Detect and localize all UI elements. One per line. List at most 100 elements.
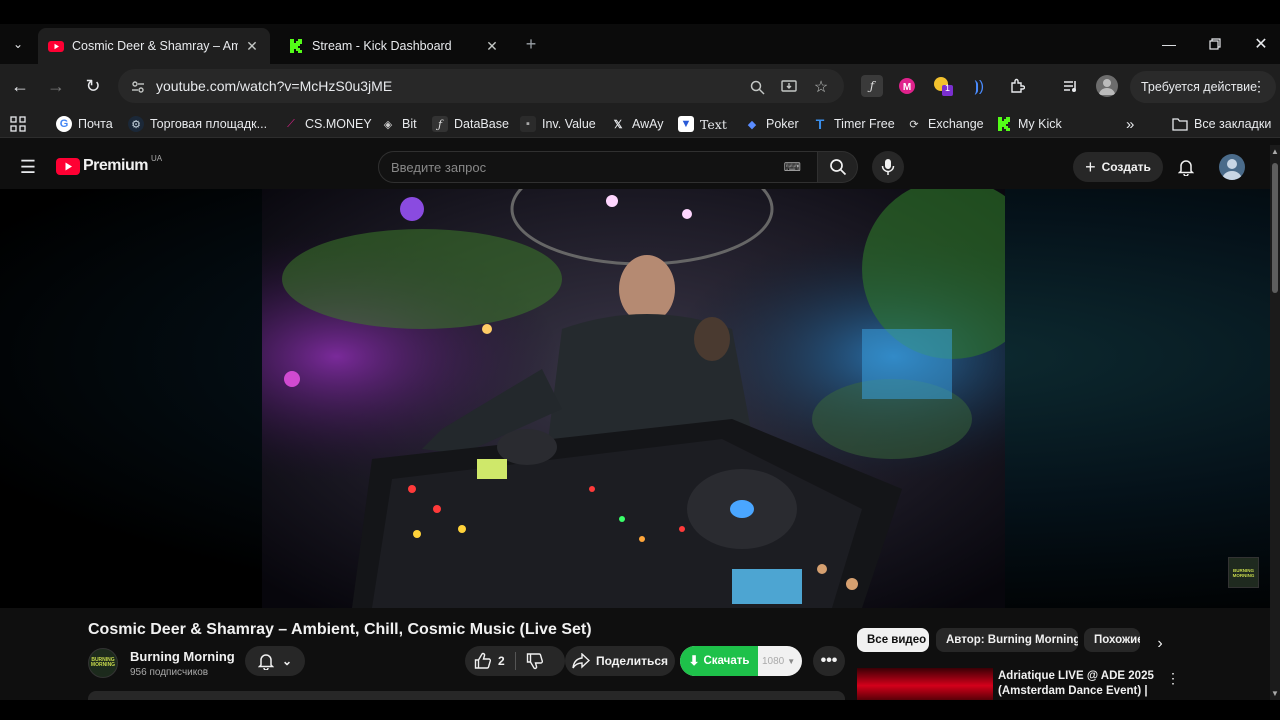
minimize-icon[interactable]: — <box>1146 24 1192 64</box>
new-tab-button[interactable]: + <box>517 30 545 58</box>
apps-grid-icon[interactable] <box>10 115 26 133</box>
bookmark-my-kick[interactable]: My Kick <box>996 115 1062 133</box>
hamburger-menu-icon[interactable]: ☰ <box>14 153 42 181</box>
tab-search-chevron-icon[interactable]: ⌄ <box>4 30 32 58</box>
steam-icon: ⚙ <box>128 116 144 132</box>
description-box[interactable] <box>88 691 845 700</box>
extension-coin-icon[interactable]: 1 <box>932 75 954 97</box>
media-control-icon[interactable] <box>1060 75 1082 97</box>
chip-by-author[interactable]: Автор: Burning Morning <box>936 628 1078 652</box>
tab-title: Stream - Kick Dashboard <box>312 39 452 53</box>
scrollbar-thumb[interactable] <box>1272 163 1278 293</box>
subscription-bell-button[interactable]: ⌄ <box>245 646 305 676</box>
search-input[interactable]: Введите запрос ⌨ <box>378 151 818 183</box>
chips-next-arrow-icon[interactable]: › <box>1148 632 1172 656</box>
more-bookmarks-icon[interactable]: » <box>1126 115 1134 133</box>
video-frame-image <box>262 189 1005 608</box>
folder-icon <box>1172 116 1188 132</box>
bookmark-bit[interactable]: ◈ Bit <box>380 115 417 133</box>
tab-close-icon[interactable]: ✕ <box>484 38 500 55</box>
bookmark-inv-value[interactable]: ▪ Inv. Value <box>520 115 596 133</box>
inv-icon: ▪ <box>520 116 536 132</box>
tab-strip: ⌄ Cosmic Deer & Shamray – Ambient, Chill… <box>0 24 1280 64</box>
bookmark-csmoney[interactable]: ⟋ CS.MONEY <box>283 115 372 133</box>
action-required-button[interactable]: Требуется действие ⋮ <box>1130 71 1276 103</box>
recommendation-menu-icon[interactable]: ⋮ <box>1166 670 1180 687</box>
restore-icon[interactable] <box>1192 24 1238 64</box>
site-info-icon[interactable] <box>126 75 150 99</box>
more-actions-button[interactable]: ••• <box>813 646 845 676</box>
thumbs-up-icon <box>474 652 492 669</box>
f-icon: ƒ <box>432 116 448 132</box>
timer-t-icon: T <box>815 116 825 132</box>
menu-kebab-icon[interactable]: ⋮ <box>1252 78 1266 95</box>
scroll-up-arrow-icon[interactable]: ▲ <box>1271 147 1279 156</box>
google-icon: G <box>56 116 72 132</box>
bookmark-poker[interactable]: ◆ Poker <box>744 115 799 133</box>
like-count: 2 <box>498 654 505 668</box>
search-placeholder: Введите запрос <box>391 160 487 175</box>
window-bottom-edge <box>0 700 1280 720</box>
extension-m-icon[interactable]: M <box>896 75 918 97</box>
close-window-icon[interactable]: ✕ <box>1238 24 1280 64</box>
like-button[interactable]: 2 <box>474 652 505 670</box>
forward-icon[interactable]: → <box>42 72 70 100</box>
browser-toolbar: ← → ↻ youtube.com/watch?v=McHzS0u3jME ☆ … <box>0 64 1280 110</box>
scroll-down-arrow-icon[interactable]: ▼ <box>1271 689 1279 698</box>
all-bookmarks[interactable]: Все закладки <box>1172 115 1271 133</box>
action-required-label: Требуется действие <box>1141 80 1258 94</box>
bookmark-away[interactable]: 𝕏 AwAy <box>610 115 664 133</box>
tab-title: Cosmic Deer & Shamray – Ambient, Chill, … <box>72 39 238 53</box>
address-bar[interactable]: youtube.com/watch?v=McHzS0u3jME ☆ <box>118 69 844 103</box>
download-button[interactable]: ⬇ Скачать 1080 ▼ <box>680 646 802 676</box>
tab-close-icon[interactable]: ✕ <box>244 38 260 55</box>
search-button[interactable] <box>818 151 858 183</box>
youtube-logo-icon <box>56 157 80 175</box>
bookmark-text[interactable]: ▼ Text <box>678 115 727 133</box>
svg-text:M: M <box>903 82 911 93</box>
kick-favicon-icon <box>290 39 302 53</box>
reload-icon[interactable]: ↻ <box>79 72 107 100</box>
video-info-section: Cosmic Deer & Shamray – Ambient, Chill, … <box>0 608 1270 712</box>
notifications-bell-icon[interactable] <box>1172 153 1200 181</box>
bookmark-timer[interactable]: T Timer Free <box>812 115 895 133</box>
page-scrollbar[interactable]: ▲ ▼ <box>1270 145 1280 700</box>
bookmark-star-icon[interactable]: ☆ <box>809 75 833 99</box>
microphone-icon <box>881 159 895 175</box>
extension-f-icon[interactable]: ƒ <box>861 75 883 97</box>
chip-all-videos[interactable]: Все видео <box>857 628 929 652</box>
exchange-icon: ⟳ <box>909 118 919 131</box>
bookmark-mail[interactable]: G Почта <box>56 115 113 133</box>
bookmark-exchange[interactable]: ⟳ Exchange <box>906 115 983 133</box>
video-player[interactable] <box>262 189 1005 608</box>
tab-kick[interactable]: Stream - Kick Dashboard ✕ <box>278 28 510 64</box>
profile-avatar[interactable] <box>1096 75 1118 97</box>
extension-waves-icon[interactable]: ⦘) <box>968 75 990 97</box>
extensions-puzzle-icon[interactable] <box>1006 75 1028 97</box>
download-label-area[interactable]: ⬇ Скачать <box>680 646 758 676</box>
quality-dropdown-icon[interactable]: ▼ <box>787 657 795 666</box>
keyboard-icon[interactable]: ⌨ <box>784 160 801 174</box>
channel-watermark[interactable]: BURNING MORNING <box>1228 557 1259 588</box>
bookmark-steam-market[interactable]: ⚙ Торговая площадк... <box>128 115 267 133</box>
account-avatar[interactable] <box>1219 154 1245 180</box>
shield-icon: ▼ <box>678 116 694 132</box>
channel-name[interactable]: Burning Morning <box>130 649 235 664</box>
more-horizontal-icon: ••• <box>820 652 838 669</box>
dislike-button[interactable] <box>526 652 544 673</box>
channel-avatar[interactable]: BURNING MORNING <box>88 648 118 678</box>
bookmark-database[interactable]: ƒ DataBase <box>432 115 509 133</box>
chip-similar[interactable]: Похожие <box>1084 628 1140 652</box>
back-icon[interactable]: ← <box>6 72 34 100</box>
tab-youtube[interactable]: Cosmic Deer & Shamray – Ambient, Chill, … <box>38 28 270 64</box>
create-button[interactable]: + Создать <box>1073 152 1163 182</box>
voice-search-button[interactable] <box>872 151 904 183</box>
install-app-icon[interactable] <box>777 75 801 99</box>
bell-icon <box>257 654 274 670</box>
zoom-icon[interactable] <box>745 75 769 99</box>
share-button[interactable]: Поделиться <box>565 646 675 676</box>
share-icon <box>572 653 590 669</box>
download-quality[interactable]: 1080 <box>762 656 784 667</box>
recommendation-thumbnail[interactable] <box>857 668 993 700</box>
youtube-premium-logo[interactable]: Premium UA <box>56 154 162 175</box>
